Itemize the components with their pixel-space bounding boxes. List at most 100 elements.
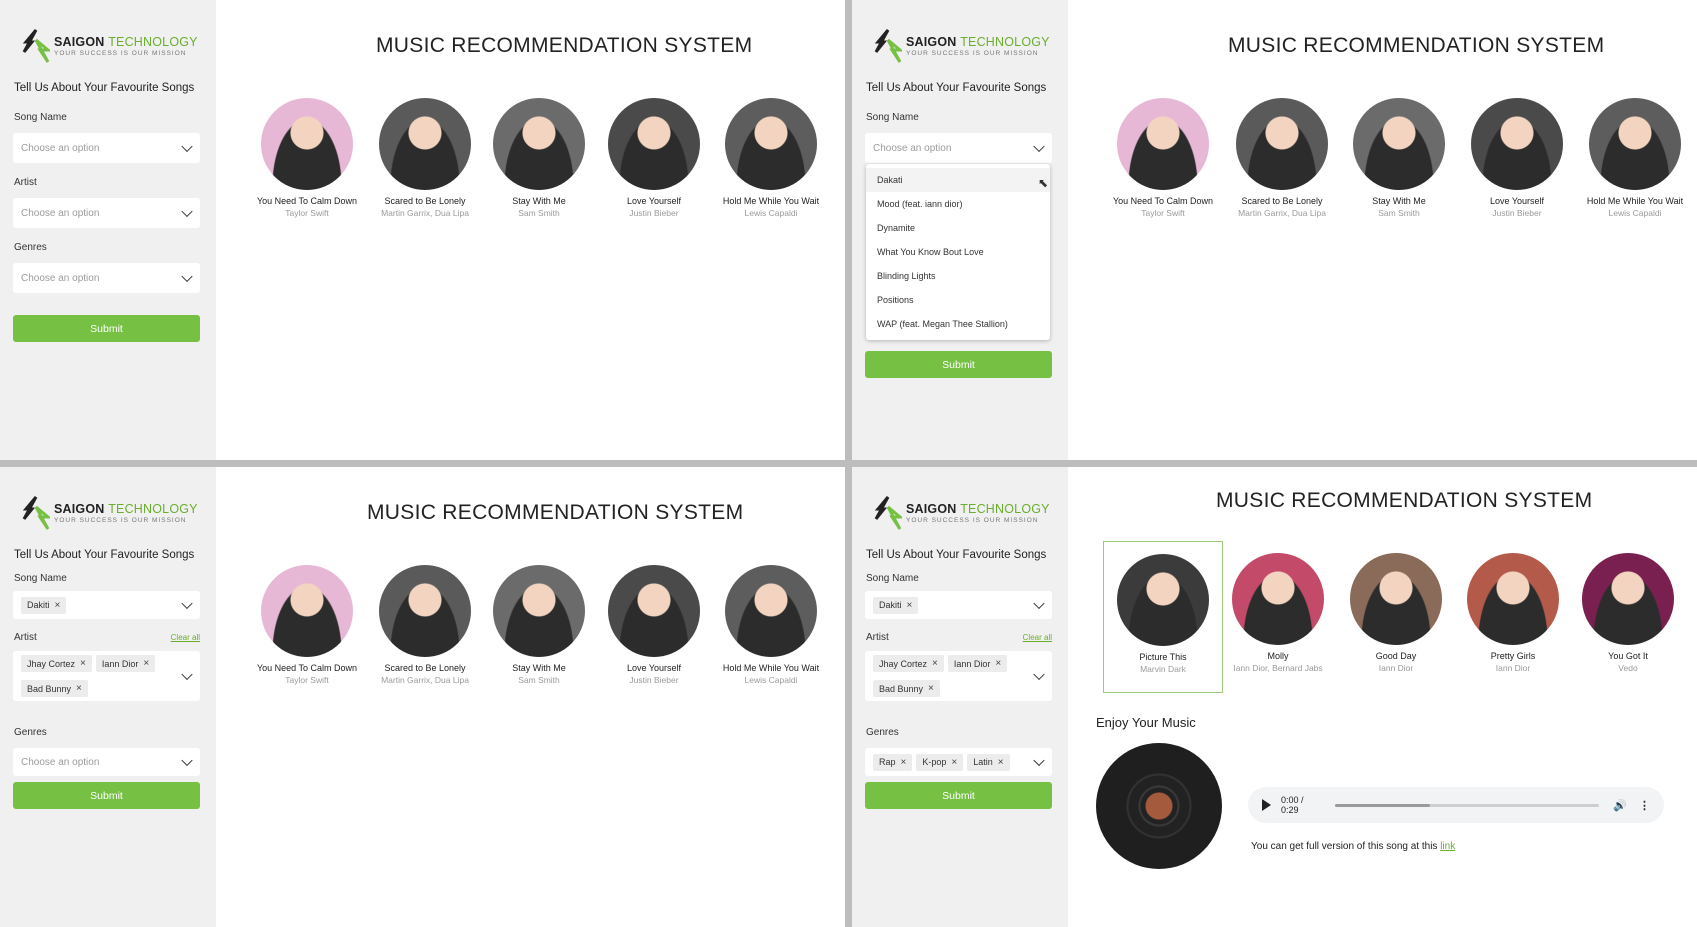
artist-select[interactable]: Jhay Cortez × Iann Dior × Bad Bunny × — [13, 651, 200, 701]
genres-tag[interactable]: Rap × — [873, 753, 913, 771]
song-card[interactable]: Love Yourself Justin Bieber — [594, 565, 714, 685]
song-card[interactable]: You Got It Vedo — [1568, 553, 1688, 673]
progress-bar[interactable] — [1334, 803, 1600, 807]
submit-button[interactable]: Submit — [13, 782, 200, 809]
tag-label: Bad Bunny — [879, 683, 924, 694]
song-options-dropdown[interactable]: Dakati Mood (feat. iann dior) Dynamite What… — [866, 164, 1050, 340]
genres-select[interactable]: Rap × K-pop × Latin × — [865, 748, 1052, 776]
chevron-down-icon[interactable] — [181, 140, 193, 153]
artist-tag[interactable]: Bad Bunny × — [873, 680, 940, 697]
app-panel-4: SAIGON TECHNOLOGY YOUR SUCCESS IS OUR MIS… — [852, 467, 1697, 927]
submit-button[interactable]: Submit — [865, 351, 1052, 378]
dropdown-option[interactable]: What You Know Bout Love — [866, 240, 1050, 264]
song-tag[interactable]: Dakiti × — [873, 596, 919, 614]
artist-select[interactable]: Jhay Cortez × Iann Dior × Bad Bunny × — [865, 651, 1052, 701]
play-icon[interactable] — [1262, 799, 1271, 811]
remove-tag-icon[interactable]: × — [932, 658, 938, 669]
remove-tag-icon[interactable]: × — [995, 658, 1001, 669]
song-artist: Marvin Dark — [1140, 664, 1186, 674]
genres-tag[interactable]: K-pop × — [916, 753, 964, 771]
song-card[interactable]: Hold Me While You Wait Lewis Capaldi — [711, 565, 831, 685]
progress-fill — [1334, 803, 1431, 807]
full-version-link[interactable]: link — [1440, 841, 1455, 852]
chevron-down-icon[interactable] — [181, 205, 193, 218]
song-title: Molly — [1267, 651, 1289, 661]
song-select[interactable]: Choose an option — [865, 133, 1052, 163]
song-card[interactable]: Picture This Marvin Dark — [1103, 541, 1223, 693]
song-card[interactable]: Hold Me While You Wait Lewis Capaldi — [711, 98, 831, 218]
remove-tag-icon[interactable]: × — [907, 600, 913, 611]
brand-name: SAIGON TECHNOLOGY — [906, 502, 1050, 516]
song-title: Scared to Be Lonely — [1241, 196, 1323, 206]
dropdown-option[interactable]: WAP (feat. Megan Thee Stallion) — [866, 312, 1050, 336]
song-card[interactable]: Stay With Me Sam Smith — [1339, 98, 1459, 218]
song-card[interactable]: Love Yourself Justin Bieber — [1457, 98, 1577, 218]
artist-tag[interactable]: Iann Dior × — [947, 655, 1008, 672]
dropdown-option[interactable]: Mood (feat. iann dior) — [866, 192, 1050, 216]
clear-all-link[interactable]: Clear all — [171, 633, 200, 642]
artist-tag[interactable]: Jhay Cortez × — [873, 655, 944, 672]
song-cover — [1589, 98, 1681, 190]
remove-tag-icon[interactable]: × — [928, 683, 934, 694]
volume-icon[interactable]: 🔊 — [1613, 799, 1627, 812]
chevron-down-icon[interactable] — [1033, 668, 1045, 681]
artist-label: Artist — [866, 632, 889, 643]
more-options-icon[interactable]: ⋮ — [1639, 799, 1650, 812]
chevron-down-icon[interactable] — [181, 270, 193, 283]
artist-tag[interactable]: Bad Bunny × — [21, 680, 88, 697]
chevron-down-icon[interactable] — [181, 754, 193, 767]
brand-name-accent: TECHNOLOGY — [960, 35, 1050, 49]
song-card[interactable]: Pretty Girls Iann Dior — [1453, 553, 1573, 673]
brand-name-accent: TECHNOLOGY — [960, 502, 1050, 516]
remove-tag-icon[interactable]: × — [901, 757, 907, 768]
song-card[interactable]: You Need To Calm Down Taylor Swift — [247, 565, 367, 685]
artist-tag[interactable]: Jhay Cortez × — [21, 655, 92, 672]
genres-select[interactable]: Choose an option — [13, 748, 200, 776]
song-select[interactable]: Dakiti × — [865, 591, 1052, 619]
song-select[interactable]: Choose an option — [13, 133, 200, 163]
song-tag[interactable]: Dakiti × — [21, 596, 67, 614]
artist-tag[interactable]: Iann Dior × — [95, 655, 156, 672]
remove-tag-icon[interactable]: × — [55, 600, 61, 611]
song-card[interactable]: Molly Iann Dior, Bernard Jabs — [1218, 553, 1338, 673]
audio-player[interactable]: 0:00 / 0:29 🔊 ⋮ — [1248, 787, 1664, 823]
song-select[interactable]: Dakiti × — [13, 591, 200, 619]
chevron-down-icon[interactable] — [181, 597, 193, 610]
song-placeholder: Choose an option — [21, 142, 100, 154]
chevron-down-icon[interactable] — [1033, 140, 1045, 153]
song-artist: Taylor Swift — [285, 208, 329, 218]
song-card[interactable]: Scared to Be Lonely Martin Garrix, Dua Li… — [1222, 98, 1342, 218]
dropdown-option[interactable]: Positions — [866, 288, 1050, 312]
song-card[interactable]: You Need To Calm Down Taylor Swift — [1103, 98, 1223, 218]
song-title: Hold Me While You Wait — [722, 663, 820, 673]
song-card[interactable]: Stay With Me Sam Smith — [479, 98, 599, 218]
dropdown-option[interactable]: Blinding Lights — [866, 264, 1050, 288]
remove-tag-icon[interactable]: × — [951, 757, 957, 768]
song-card[interactable]: Good Day Iann Dior — [1336, 553, 1456, 673]
song-card[interactable]: You Need To Calm Down Taylor Swift — [247, 98, 367, 218]
form-heading: Tell Us About Your Favourite Songs — [14, 82, 195, 94]
remove-tag-icon[interactable]: × — [80, 658, 86, 669]
genres-tag[interactable]: Latin × — [967, 753, 1010, 771]
song-card[interactable]: Scared to Be Lonely Martin Garrix, Dua Li… — [365, 98, 485, 218]
remove-tag-icon[interactable]: × — [76, 683, 82, 694]
song-card[interactable]: Scared to Be Lonely Martin Garrix, Dua Li… — [365, 565, 485, 685]
artist-select[interactable]: Choose an option — [13, 198, 200, 228]
chevron-down-icon[interactable] — [1033, 597, 1045, 610]
remove-tag-icon[interactable]: × — [143, 658, 149, 669]
song-card[interactable]: Stay With Me Sam Smith — [479, 565, 599, 685]
dropdown-option[interactable]: Dynamite — [866, 216, 1050, 240]
song-cover — [493, 98, 585, 190]
remove-tag-icon[interactable]: × — [998, 757, 1004, 768]
dropdown-option[interactable]: Dakati — [866, 168, 1050, 192]
song-card[interactable]: Love Yourself Justin Bieber — [594, 98, 714, 218]
clear-all-link[interactable]: Clear all — [1023, 633, 1052, 642]
genres-select[interactable]: Choose an option — [13, 263, 200, 293]
tag-label: Rap — [879, 757, 896, 767]
chevron-down-icon[interactable] — [181, 668, 193, 681]
submit-button[interactable]: Submit — [865, 782, 1052, 809]
song-card[interactable]: Hold Me While You Wait Lewis Capaldi — [1575, 98, 1695, 218]
form-heading: Tell Us About Your Favourite Songs — [866, 82, 1047, 94]
chevron-down-icon[interactable] — [1033, 754, 1045, 767]
submit-button[interactable]: Submit — [13, 315, 200, 342]
